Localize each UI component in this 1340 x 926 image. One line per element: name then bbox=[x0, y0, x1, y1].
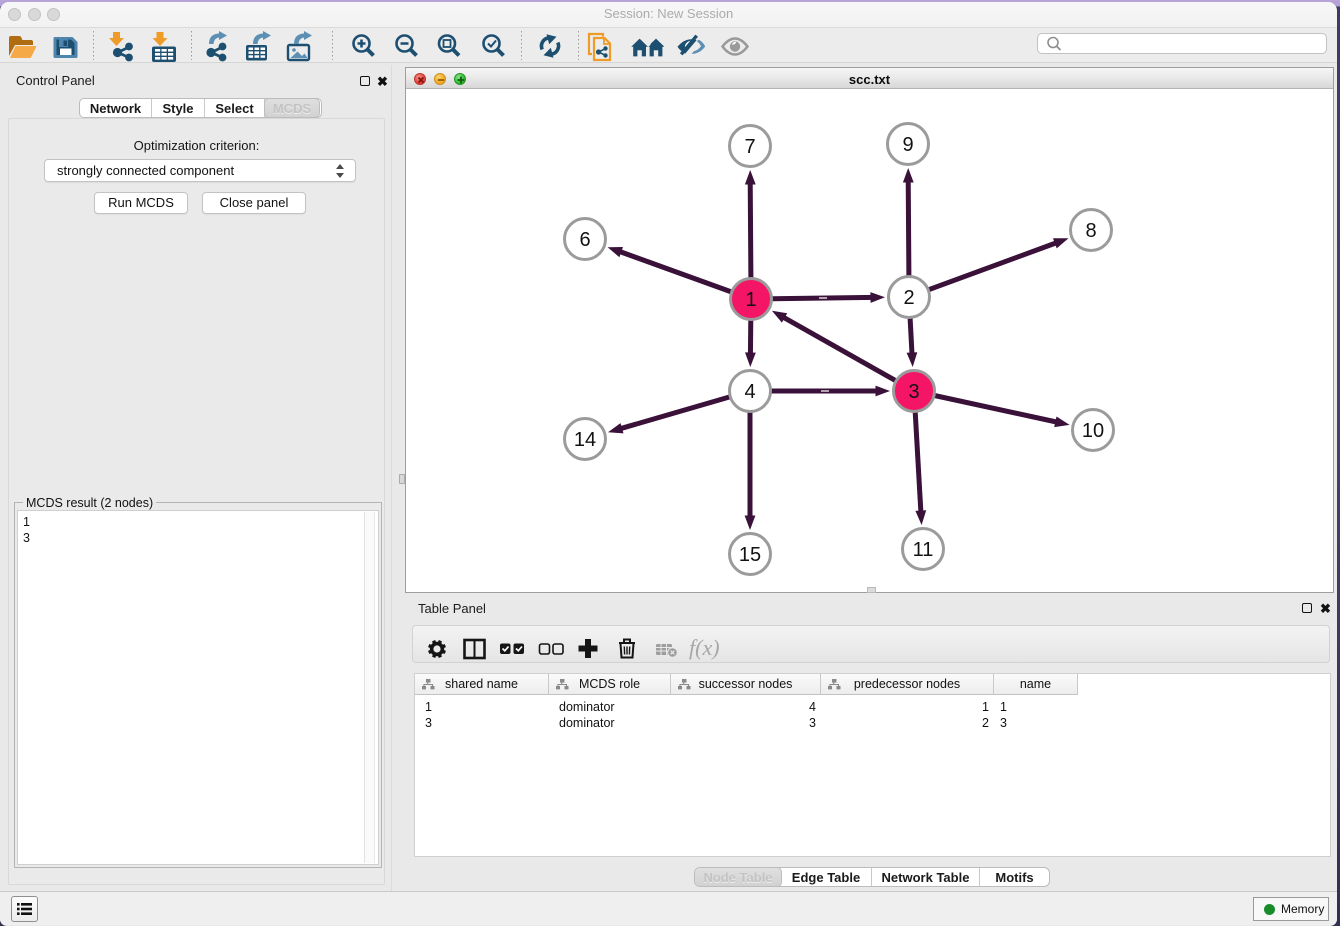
svg-text:8: 8 bbox=[1085, 220, 1096, 242]
svg-text:f(x): f(x) bbox=[689, 635, 720, 660]
svg-text:4: 4 bbox=[744, 381, 755, 403]
svg-text:1: 1 bbox=[745, 289, 756, 311]
svg-text:15: 15 bbox=[739, 544, 761, 566]
svg-text:2: 2 bbox=[903, 287, 914, 309]
svg-text:11: 11 bbox=[913, 539, 934, 561]
svg-text:9: 9 bbox=[902, 134, 913, 156]
svg-text:3: 3 bbox=[908, 381, 919, 403]
svg-text:7: 7 bbox=[744, 136, 755, 158]
svg-text:14: 14 bbox=[574, 429, 596, 451]
svg-text:6: 6 bbox=[579, 229, 590, 251]
svg-text:10: 10 bbox=[1082, 420, 1104, 442]
